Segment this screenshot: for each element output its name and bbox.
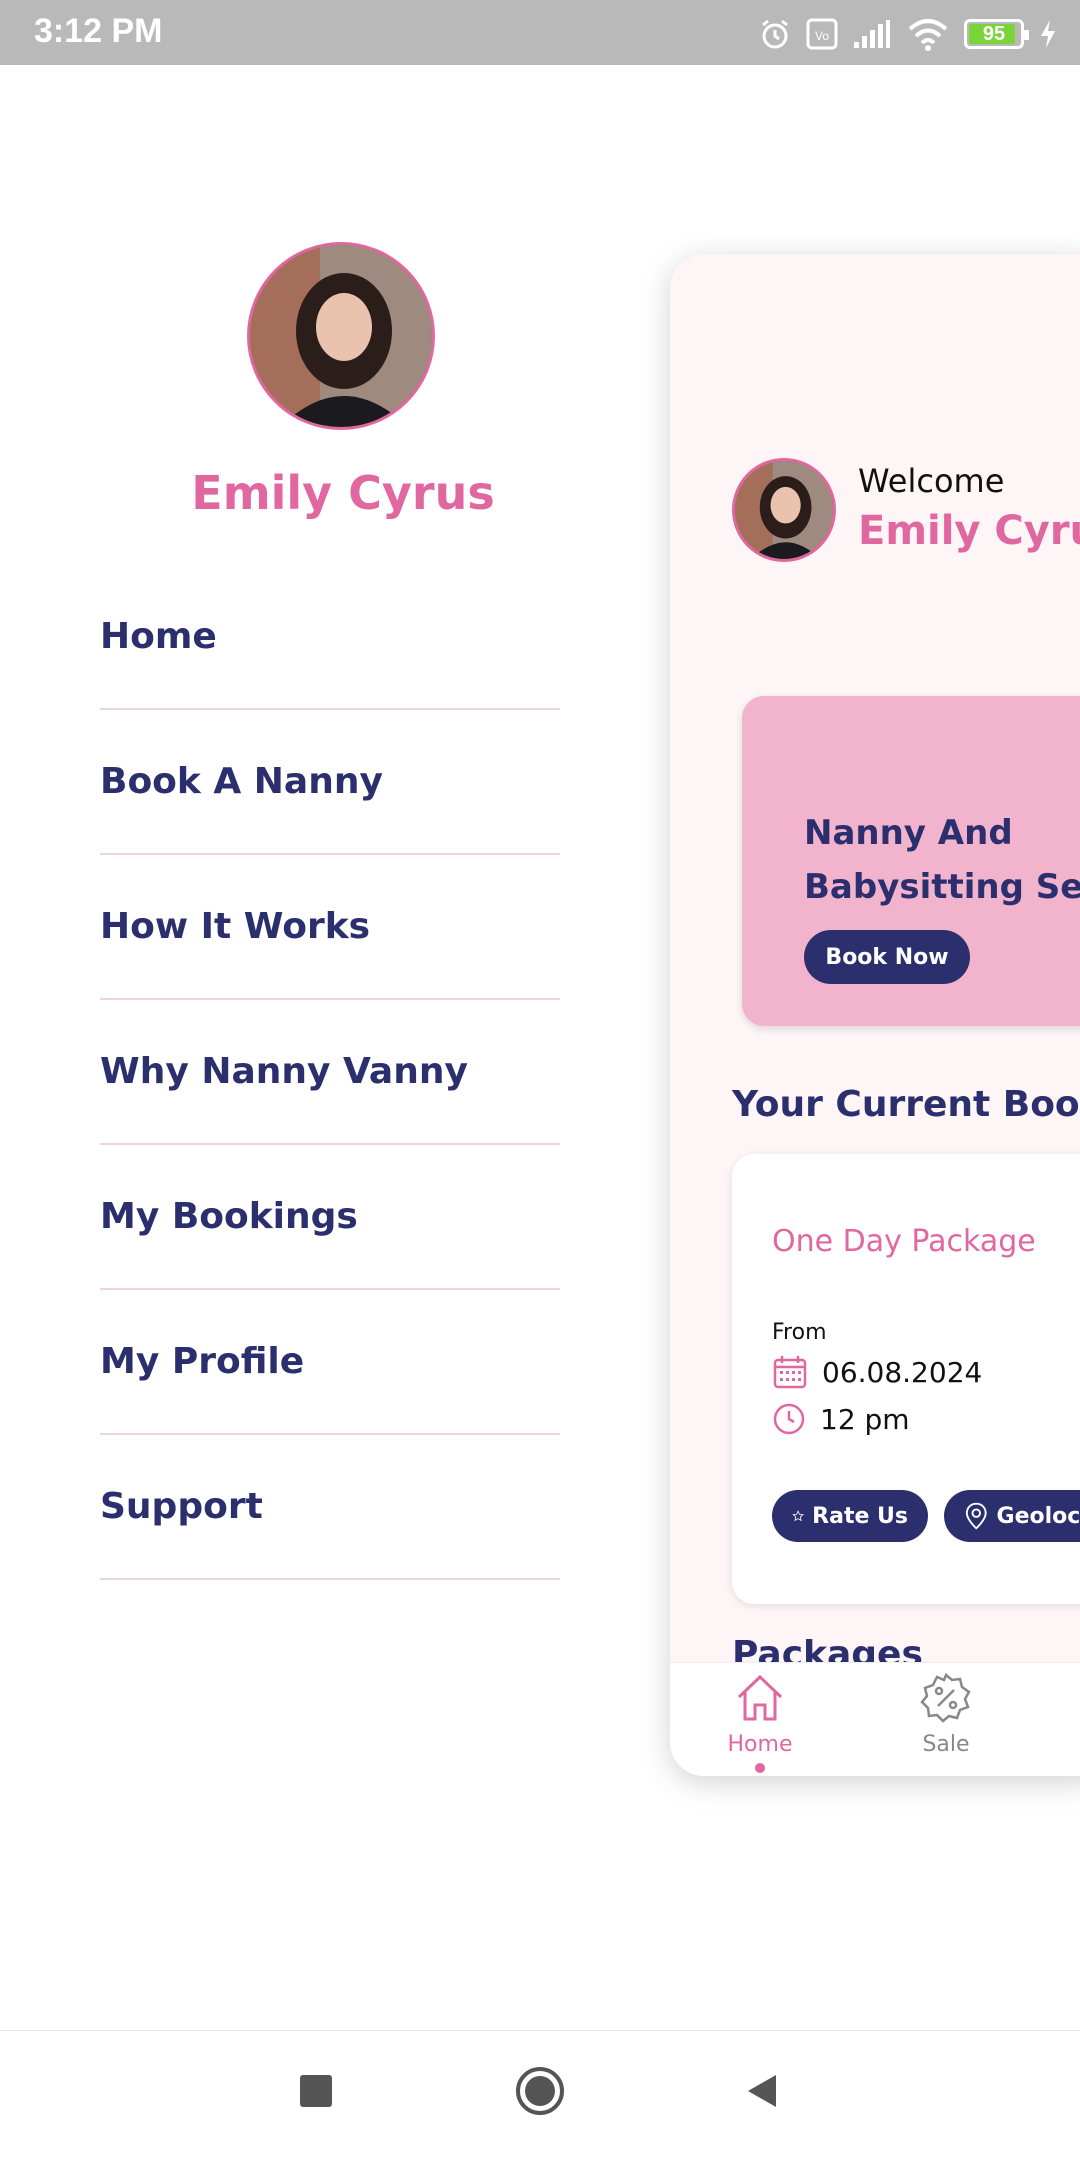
geolocation-label: Geolocation — [996, 1503, 1080, 1529]
menu-item-my-bookings[interactable]: My Bookings — [100, 1145, 560, 1290]
menu-item-label: How It Works — [100, 906, 371, 947]
home-icon — [737, 1674, 783, 1721]
rate-us-label: Rate Us — [812, 1503, 908, 1529]
nav-label-sale: Sale — [922, 1732, 970, 1757]
signal-icon — [854, 20, 890, 48]
booking-card[interactable]: One Day Package From 06.08.2024 12 pm Ra… — [732, 1154, 1080, 1604]
current-booking-title: Your Current Booking — [732, 1084, 1080, 1125]
menu-item-book-a-nanny[interactable]: Book A Nanny — [100, 710, 560, 855]
menu-item-label: Home — [100, 616, 217, 657]
service-banner: Nanny And Babysitting Service Book Now — [742, 696, 1080, 1026]
geolocation-button[interactable]: Geolocation — [944, 1490, 1080, 1542]
star-icon — [792, 1510, 804, 1522]
battery-level: 95 — [982, 23, 1006, 45]
rate-us-button[interactable]: Rate Us — [772, 1490, 928, 1542]
booking-date-row: 06.08.2024 — [772, 1354, 982, 1390]
charging-icon — [1041, 20, 1055, 48]
menu-item-label: Support — [100, 1486, 263, 1527]
svg-text:Vo: Vo — [815, 29, 829, 43]
location-pin-icon — [965, 1502, 987, 1530]
menu-item-my-profile[interactable]: My Profile — [100, 1290, 560, 1435]
menu-item-support[interactable]: Support — [100, 1435, 560, 1580]
main-screen-card[interactable]: Welcome Emily Cyrus Nanny And Babysittin… — [670, 254, 1080, 1776]
avatar-photo — [735, 461, 833, 559]
status-time: 3:12 PM — [34, 12, 163, 50]
booking-time-row: 12 pm — [772, 1402, 910, 1436]
status-icons: Vo 95 — [758, 14, 1058, 54]
wifi-icon — [908, 19, 948, 51]
menu-item-label: My Bookings — [100, 1196, 358, 1237]
calendar-icon — [773, 1356, 807, 1389]
recents-button[interactable] — [296, 2071, 336, 2111]
welcome-avatar[interactable] — [732, 458, 836, 562]
menu-item-label: Why Nanny Vanny — [100, 1051, 468, 1092]
welcome-label: Welcome — [858, 462, 1005, 500]
discount-icon — [920, 1672, 971, 1723]
menu-item-label: Book A Nanny — [100, 761, 383, 802]
drawer-user-name: Emily Cyrus — [191, 466, 495, 520]
clock-icon — [773, 1403, 805, 1435]
banner-title: Nanny And Babysitting Service — [804, 813, 1080, 907]
nav-item-home[interactable]: Home — [700, 1671, 820, 1773]
welcome-user-name: Emily Cyrus — [858, 508, 1080, 554]
book-now-button[interactable]: Book Now — [804, 930, 970, 984]
menu-item-why-nanny-vanny[interactable]: Why Nanny Vanny — [100, 1000, 560, 1145]
battery-icon: 95 — [964, 19, 1029, 49]
menu-item-home[interactable]: Home — [100, 565, 560, 710]
active-indicator-dot — [755, 1763, 765, 1773]
nav-label-home: Home — [727, 1732, 793, 1757]
from-label: From — [772, 1320, 827, 1345]
home-nav-button[interactable] — [514, 2065, 566, 2117]
avatar-photo — [250, 245, 432, 427]
status-bar: 3:12 PM Vo 95 — [0, 0, 1080, 65]
system-nav-bar — [0, 2030, 1080, 2161]
menu-item-label: My Profile — [100, 1341, 305, 1382]
menu-item-how-it-works[interactable]: How It Works — [100, 855, 560, 1000]
volte-icon: Vo — [806, 18, 838, 50]
package-name: One Day Package — [772, 1224, 1036, 1259]
booking-time: 12 pm — [820, 1402, 910, 1436]
nav-item-sale[interactable]: Sale — [886, 1671, 1006, 1757]
drawer-avatar[interactable] — [247, 242, 435, 430]
alarm-icon — [762, 19, 788, 49]
bottom-nav: Home Sale — [670, 1662, 1080, 1776]
booking-date: 06.08.2024 — [822, 1355, 983, 1389]
drawer-menu: Home Book A Nanny How It Works Why Nanny… — [100, 565, 560, 1580]
back-button[interactable] — [742, 2071, 782, 2111]
